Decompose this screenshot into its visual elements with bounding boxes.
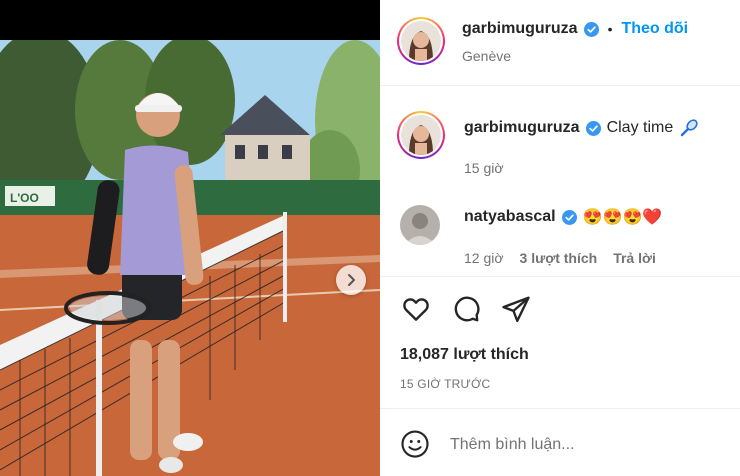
caption-username[interactable]: garbimuguruza bbox=[464, 119, 580, 137]
post-header: garbimuguruza • Theo dõi Genève bbox=[380, 0, 740, 86]
emoji-icon[interactable] bbox=[400, 429, 430, 459]
like-icon[interactable] bbox=[401, 294, 431, 324]
next-photo-button[interactable] bbox=[336, 265, 366, 295]
tennis-racket-icon bbox=[681, 119, 698, 137]
post-location[interactable]: Genève bbox=[462, 48, 511, 64]
comment-text: 😍😍😍❤️ bbox=[582, 209, 663, 226]
caption-avatar-image bbox=[401, 115, 441, 155]
comment-time[interactable]: 12 giờ bbox=[464, 250, 504, 266]
author-username[interactable]: garbimuguruza bbox=[462, 20, 578, 38]
post-info-panel: garbimuguruza • Theo dõi Genève garbimug… bbox=[380, 0, 740, 476]
verified-icon bbox=[585, 120, 601, 136]
author-avatar-image bbox=[401, 21, 441, 61]
post-time[interactable]: 15 GIỜ TRƯỚC bbox=[400, 377, 490, 391]
follow-button[interactable]: Theo dõi bbox=[621, 20, 688, 38]
commenter-avatar[interactable] bbox=[400, 205, 440, 245]
reply-button[interactable]: Trả lời bbox=[613, 250, 656, 266]
caption-text: Clay time bbox=[606, 119, 674, 136]
verified-icon bbox=[583, 21, 599, 37]
verified-icon bbox=[561, 209, 577, 225]
post-photo[interactable]: L'OO bbox=[0, 40, 380, 476]
comment: natyabascal 😍😍😍❤️ bbox=[464, 207, 662, 227]
caption-avatar[interactable] bbox=[397, 111, 445, 159]
post-media: L'OO bbox=[0, 0, 380, 476]
header-separator: • bbox=[607, 21, 613, 37]
comment-likes[interactable]: 3 lượt thích bbox=[520, 250, 598, 266]
comment-input[interactable] bbox=[450, 434, 720, 456]
like-count[interactable]: 18,087 lượt thích bbox=[400, 346, 529, 364]
comment-meta: 12 giờ 3 lượt thích Trả lời bbox=[464, 250, 656, 266]
svg-text:L'OO: L'OO bbox=[10, 191, 39, 205]
actions-divider bbox=[380, 276, 740, 277]
comment-divider bbox=[380, 408, 740, 409]
author-avatar[interactable] bbox=[397, 17, 445, 65]
share-icon[interactable] bbox=[501, 294, 531, 324]
next-arrow-icon bbox=[348, 274, 355, 286]
comment-icon[interactable] bbox=[451, 294, 481, 324]
caption-time[interactable]: 15 giờ bbox=[464, 160, 504, 176]
comment-username[interactable]: natyabascal bbox=[464, 208, 556, 226]
caption: garbimuguruza Clay time bbox=[464, 118, 699, 138]
media-letterbox bbox=[0, 0, 380, 40]
